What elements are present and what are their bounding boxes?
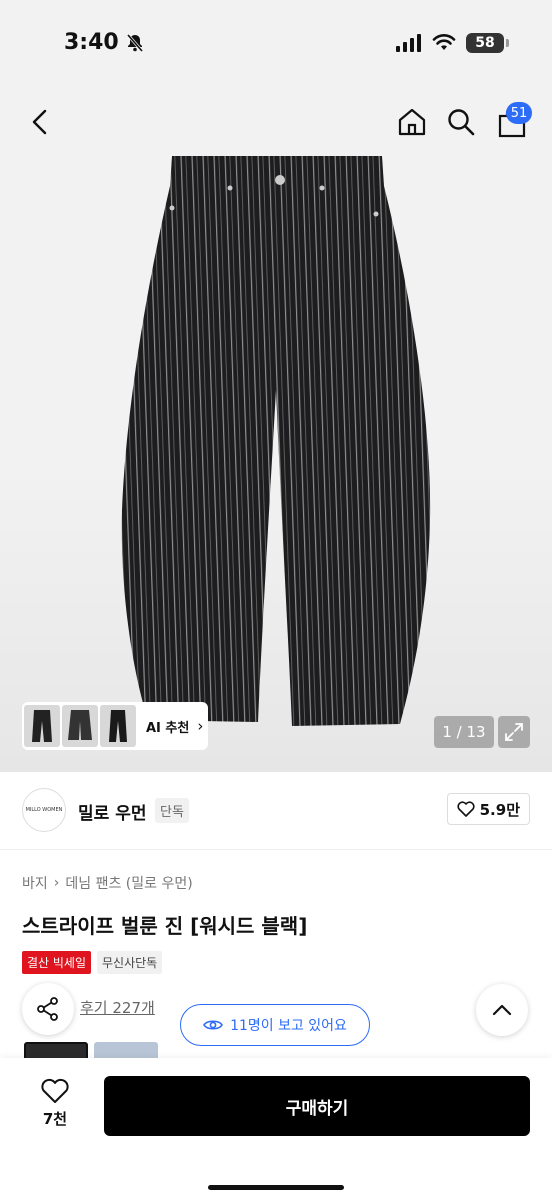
wishlist-count: 7천 <box>42 1110 68 1128</box>
brand-exclusive-tag: 단독 <box>155 798 189 823</box>
ai-recommend-label: AI 추천 <box>146 720 190 736</box>
eye-icon <box>203 1020 223 1030</box>
brand-logo-text: MILLO WOMEN <box>25 807 63 813</box>
heart-icon <box>457 801 475 817</box>
bottom-action-bar: 7천 구매하기 <box>0 1058 552 1200</box>
product-title: 스트라이프 벌룬 진 [워시드 블랙] <box>22 914 308 938</box>
share-button[interactable] <box>22 983 74 1035</box>
share-icon <box>37 997 58 1021</box>
home-indicator <box>208 1185 344 1190</box>
heart-icon <box>41 1078 69 1103</box>
sale-badge: 결산 빅세일 <box>22 951 92 974</box>
pants-thumbnail-icon <box>32 710 52 742</box>
bell-off-icon <box>126 33 143 52</box>
chevron-left-icon <box>32 109 47 135</box>
ai-recommend-strip[interactable]: AI 추천 › <box>22 702 208 750</box>
expand-button[interactable] <box>498 716 530 748</box>
home-button[interactable] <box>394 104 430 140</box>
search-button[interactable] <box>443 104 479 140</box>
breadcrumb-item[interactable]: 데님 팬츠 (밀로 우먼) <box>65 873 192 893</box>
badge-row: 결산 빅세일 무신사단독 <box>22 951 163 974</box>
pants-thumbnail-icon <box>68 710 92 740</box>
status-time: 3:40 <box>64 30 119 55</box>
cart-count-badge: 51 <box>506 102 532 124</box>
viewers-text: 11명이 보고 있어요 <box>230 1018 347 1034</box>
signal-icon <box>396 34 421 52</box>
expand-icon <box>505 723 523 741</box>
chevron-up-icon <box>492 1004 512 1016</box>
reviews-link[interactable]: 후기 227개 <box>80 997 155 1018</box>
wifi-icon <box>432 34 456 50</box>
brand-like-count: 5.9만 <box>479 800 520 819</box>
viewers-badge: 11명이 보고 있어요 <box>180 1004 370 1046</box>
wishlist-button[interactable]: 7천 <box>26 1078 84 1129</box>
home-icon <box>398 108 426 136</box>
buy-button[interactable]: 구매하기 <box>104 1076 530 1136</box>
breadcrumb: 바지 › 데님 팬츠 (밀로 우먼) <box>22 873 193 893</box>
battery-indicator: 58 <box>466 33 509 53</box>
status-indicators: 58 <box>396 33 509 53</box>
image-counter: 1 / 13 <box>434 716 494 748</box>
brand-logo[interactable]: MILLO WOMEN <box>22 788 66 832</box>
brand-name[interactable]: 밀로 우먼 <box>78 799 146 824</box>
product-gallery[interactable]: 51 AI 추천 › 1 / 13 <box>0 90 552 772</box>
status-time-wrap: 3:40 <box>64 30 145 55</box>
pants-thumbnail-icon <box>109 710 127 742</box>
back-button[interactable] <box>22 104 58 140</box>
status-bar: 3:40 58 <box>0 0 552 90</box>
brand-like-button[interactable]: 5.9만 <box>446 793 530 825</box>
breadcrumb-item[interactable]: 바지 <box>22 873 48 893</box>
brand-row: MILLO WOMEN 밀로 우먼 단독 5.9만 <box>0 772 552 850</box>
chevron-right-icon: › <box>53 875 60 891</box>
product-image <box>121 156 431 726</box>
recommend-thumb[interactable] <box>24 705 60 747</box>
exclusive-badge: 무신사단독 <box>97 951 163 974</box>
scroll-top-button[interactable] <box>476 984 528 1036</box>
chevron-right-icon: › <box>197 717 204 735</box>
recommend-thumb[interactable] <box>62 705 98 747</box>
search-icon <box>448 109 475 136</box>
recommend-thumb[interactable] <box>100 705 136 747</box>
